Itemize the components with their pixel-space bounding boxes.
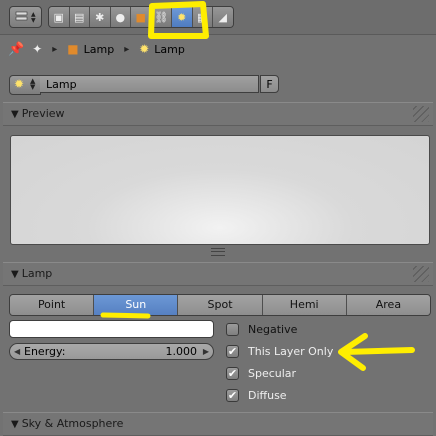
- annotation-underline: [100, 312, 151, 319]
- annotation-box: [148, 1, 209, 39]
- annotation-overlay: [100, 1, 415, 371]
- annotation-arrow: [338, 333, 415, 371]
